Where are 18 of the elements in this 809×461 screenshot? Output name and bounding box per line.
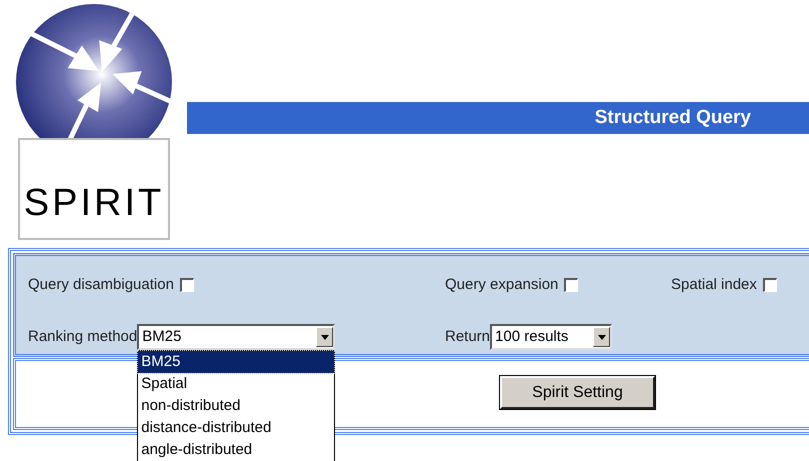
dropdown-option[interactable]: Spatial bbox=[138, 373, 334, 395]
checkbox[interactable] bbox=[564, 278, 578, 292]
dropdown-option[interactable]: distance-distributed bbox=[138, 417, 334, 439]
checkbox[interactable] bbox=[762, 278, 777, 292]
page-title: Structured Query bbox=[594, 106, 751, 130]
select-field[interactable]: 100 results bbox=[490, 324, 612, 350]
option-label: Spatial index bbox=[671, 274, 757, 295]
dropdown-option[interactable]: non-distributed bbox=[138, 395, 334, 417]
select-field[interactable]: BM25 bbox=[137, 324, 336, 350]
option-label: Query disambiguation bbox=[28, 274, 174, 295]
dropdown-option[interactable]: angle-distributed bbox=[138, 439, 334, 461]
checkbox[interactable] bbox=[180, 278, 194, 292]
dropdown-option[interactable]: BM25 bbox=[138, 351, 334, 373]
ranking-label: Ranking method bbox=[28, 326, 138, 347]
option-label: Query expansion bbox=[445, 274, 558, 295]
logo-wordmark: SPIRIT bbox=[18, 138, 170, 240]
return-label: Return bbox=[445, 326, 490, 347]
spirit-setting-button[interactable]: Spirit Setting bbox=[500, 376, 655, 409]
